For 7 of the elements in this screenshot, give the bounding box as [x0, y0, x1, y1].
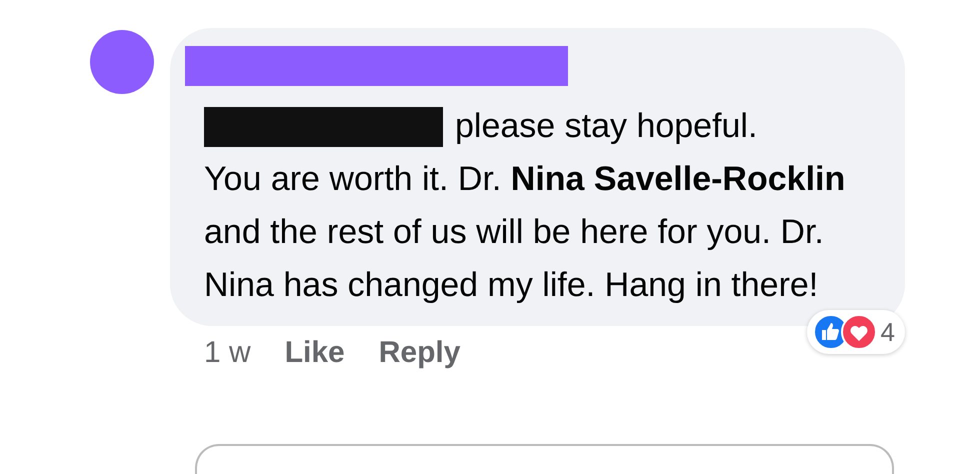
- reactions-badge[interactable]: 4: [806, 310, 905, 354]
- comment-text: You are worth it. Dr. Nina Savelle-Rocklin and the rest of us will be here for you. Dr. Nina has changed my life. Hang in there!: [204, 159, 846, 306]
- comment-time: 1 w: [204, 336, 251, 370]
- like-link[interactable]: Like: [284, 336, 345, 370]
- reaction-count: 4: [880, 316, 895, 348]
- reply-link[interactable]: Reply: [378, 336, 460, 370]
- comment-text: please stay hopeful.: [455, 107, 758, 146]
